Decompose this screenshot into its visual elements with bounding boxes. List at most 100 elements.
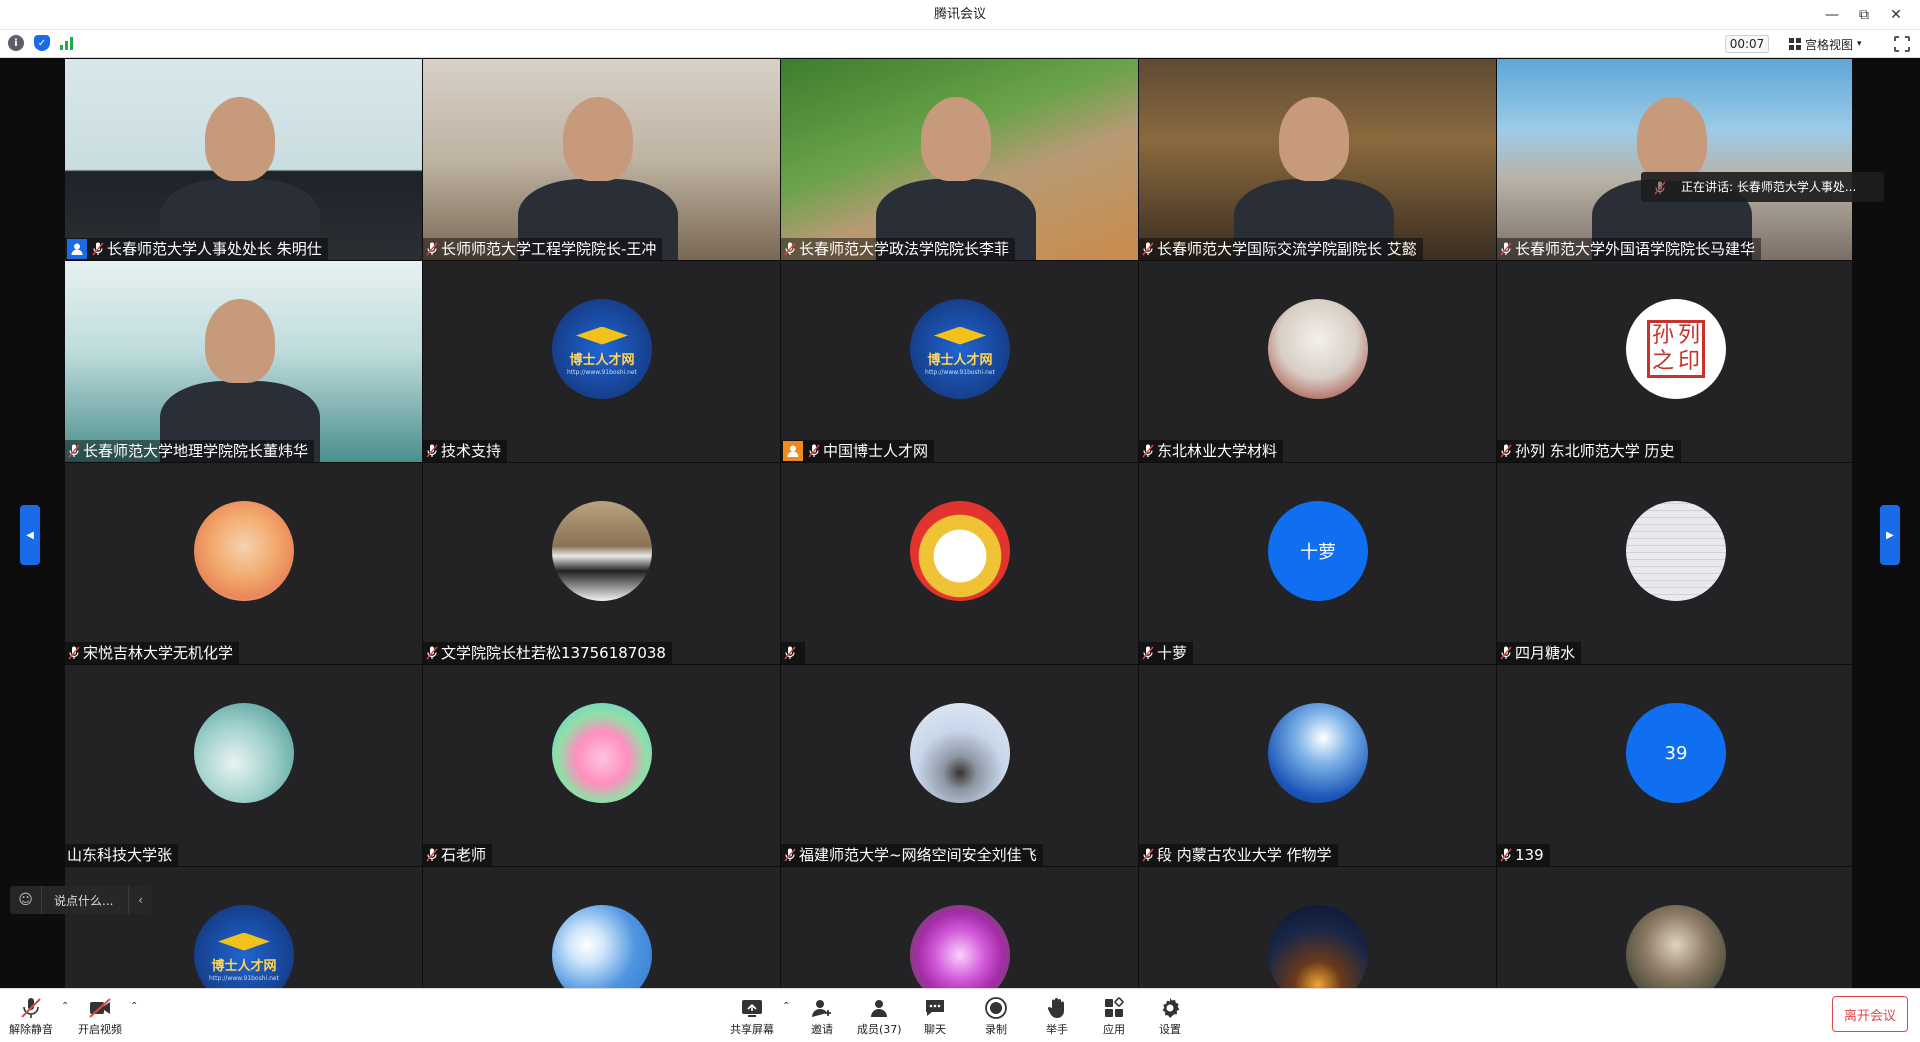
participant-video-head <box>205 299 275 383</box>
record-icon <box>983 995 1009 1021</box>
chevron-left-icon: ◀ <box>26 529 34 541</box>
close-icon[interactable]: ✕ <box>1880 0 1912 30</box>
participant-tile[interactable]: 段 内蒙古农业大学 作物学 <box>1139 665 1496 866</box>
quick-chat-box[interactable]: ☺ 说点什么... ‹ <box>10 886 152 914</box>
invite-button[interactable]: 邀请 <box>809 995 835 1037</box>
emoji-icon[interactable]: ☺ <box>10 886 42 914</box>
window-title: 腾讯会议 <box>933 7 986 22</box>
minimize-icon[interactable]: — <box>1816 0 1848 30</box>
chat-placeholder[interactable]: 说点什么... <box>42 892 128 909</box>
apps-button[interactable]: 应用 <box>1101 995 1127 1037</box>
participant-tile[interactable]: 四月糖水 <box>1497 463 1852 664</box>
audio-options-caret-icon[interactable]: ⌃ <box>61 1001 69 1012</box>
invite-label: 邀请 <box>811 1023 833 1036</box>
participant-name: 长春师范大学人事处处长 朱明仕 <box>107 240 322 258</box>
mic-muted-icon <box>425 443 439 459</box>
participant-tile[interactable]: 长春师范大学政法学院院长李菲 <box>781 59 1138 260</box>
participant-name-label: 长春师范大学人事处处长 朱明仕 <box>65 238 328 260</box>
participant-tile[interactable] <box>1497 867 1852 988</box>
info-icon[interactable]: i <box>8 35 24 51</box>
unmute-button[interactable]: 解除静音 <box>9 995 53 1037</box>
participant-tile[interactable]: 长春师范大学国际交流学院副院长 艾懿 <box>1139 59 1496 260</box>
participant-name-label: 孙列 东北师范大学 历史 <box>1497 440 1681 462</box>
share-screen-button[interactable]: 共享屏幕 <box>730 995 774 1037</box>
participant-tile[interactable] <box>781 867 1138 988</box>
avatar-initials: 39 <box>1664 742 1688 764</box>
participant-tile[interactable]: 39 139 <box>1497 665 1852 866</box>
graduation-cap-icon <box>934 326 986 345</box>
participant-name-label: 长春师范大学政法学院院长李菲 <box>781 238 1016 260</box>
mic-muted-icon <box>1499 241 1513 257</box>
participant-name: 山东科技大学张 <box>67 846 173 864</box>
mic-muted-icon <box>1141 847 1155 863</box>
participant-avatar <box>1268 299 1368 399</box>
participant-tile[interactable]: 博士人才网 http://www.91boshi.net 中国博士人才网 <box>781 261 1138 462</box>
participant-tile[interactable] <box>423 867 780 988</box>
participant-tile[interactable]: 宋悦吉林大学无机化学 <box>65 463 422 664</box>
raise-hand-button[interactable]: 举手 <box>1044 995 1070 1037</box>
chevron-right-icon: ▶ <box>1886 529 1894 541</box>
chevron-down-icon: ▾ <box>1857 39 1862 49</box>
participant-tile[interactable]: 长春师范大学外国语学院院长马建华 <box>1497 59 1852 260</box>
seal-char: 之 <box>1651 349 1674 374</box>
participant-name: 宋悦吉林大学无机化学 <box>83 644 234 662</box>
participant-tile[interactable]: 福建师范大学~网络空间安全刘佳飞 <box>781 665 1138 866</box>
view-mode-button[interactable]: 宫格视图 ▾ <box>1785 34 1866 54</box>
participant-avatar <box>910 703 1010 803</box>
participant-name: 孙列 东北师范大学 历史 <box>1515 442 1675 460</box>
chat-label: 聊天 <box>924 1023 946 1036</box>
leave-meeting-button[interactable]: 离开会议 <box>1832 996 1908 1032</box>
members-button[interactable]: 成员(37) <box>857 995 902 1037</box>
video-stage: 长春师范大学人事处处长 朱明仕 长师师范大学工程学院院长-王冲 长春师范大学政法学院… <box>0 59 1920 988</box>
participant-avatar <box>552 501 652 601</box>
participant-name-label: 山东科技大学张 <box>65 844 179 866</box>
participant-tile[interactable]: 文学院院长杜若松13756187038 <box>423 463 780 664</box>
start-video-button[interactable]: 开启视频 <box>78 995 122 1037</box>
record-button[interactable]: 录制 <box>983 995 1009 1037</box>
seal-char: 孙 <box>1651 323 1674 348</box>
participant-name-label: 东北林业大学材料 <box>1139 440 1284 462</box>
participant-video-head <box>1279 97 1349 181</box>
participant-tile[interactable]: 孙列之印孙列 东北师范大学 历史 <box>1497 261 1852 462</box>
participant-avatar: 十萝 <box>1268 501 1368 601</box>
fullscreen-icon[interactable] <box>1893 35 1911 53</box>
participant-tile[interactable]: 石老师 <box>423 665 780 866</box>
next-page-button[interactable]: ▶ <box>1880 505 1900 565</box>
participant-name-label: 文学院院长杜若松13756187038 <box>423 642 672 664</box>
video-options-caret-icon[interactable]: ⌃ <box>130 1001 138 1012</box>
mic-muted-icon <box>425 645 439 661</box>
meeting-toolbar: 解除静音 ⌃ 开启视频 ⌃ 共享屏幕 ⌃ 邀请 成员(37) 聊天 录制 举手 … <box>0 988 1920 1042</box>
participant-tile[interactable]: 博士人才网 http://www.91boshi.net 技术支持 <box>423 261 780 462</box>
doctor-logo-text: 博士人才网 <box>927 352 993 368</box>
hand-icon <box>1044 995 1070 1021</box>
participant-avatar <box>1268 703 1368 803</box>
mic-muted-icon <box>1499 443 1513 459</box>
participant-grid: 长春师范大学人事处处长 朱明仕 长师师范大学工程学院院长-王冲 长春师范大学政法学院… <box>65 59 1852 988</box>
settings-button[interactable]: 设置 <box>1157 995 1183 1037</box>
participant-name: 技术支持 <box>441 442 502 460</box>
previous-page-button[interactable]: ◀ <box>20 505 40 565</box>
participant-tile[interactable]: 东北林业大学材料 <box>1139 261 1496 462</box>
share-options-caret-icon[interactable]: ⌃ <box>782 1001 790 1012</box>
shield-icon[interactable]: ✓ <box>34 35 50 51</box>
signal-icon[interactable] <box>60 35 76 51</box>
participant-avatar <box>552 905 652 988</box>
members-label: 成员(37) <box>857 1023 902 1036</box>
participant-tile[interactable]: 十萝 十萝 <box>1139 463 1496 664</box>
participant-tile[interactable]: 长春师范大学地理学院院长董炜华 <box>65 261 422 462</box>
restore-icon[interactable]: ⧉ <box>1848 0 1880 30</box>
camera-off-icon <box>87 995 113 1021</box>
participant-tile[interactable]: 长师师范大学工程学院院长-王冲 <box>423 59 780 260</box>
collapse-icon[interactable]: ‹ <box>128 886 152 914</box>
share-screen-icon <box>739 995 765 1021</box>
participant-tile[interactable]: 长春师范大学人事处处长 朱明仕 <box>65 59 422 260</box>
participant-name-label: 长师师范大学工程学院院长-王冲 <box>423 238 663 260</box>
participant-avatar <box>1268 905 1368 988</box>
participant-tile[interactable] <box>781 463 1138 664</box>
participant-tile[interactable] <box>1139 867 1496 988</box>
participant-name-label: 段 内蒙古农业大学 作物学 <box>1139 844 1338 866</box>
participant-tile[interactable]: 山东科技大学张 <box>65 665 422 866</box>
participant-name: 长春师范大学国际交流学院副院长 艾懿 <box>1157 240 1417 258</box>
chat-button[interactable]: 聊天 <box>922 995 948 1037</box>
participant-avatar <box>194 501 294 601</box>
